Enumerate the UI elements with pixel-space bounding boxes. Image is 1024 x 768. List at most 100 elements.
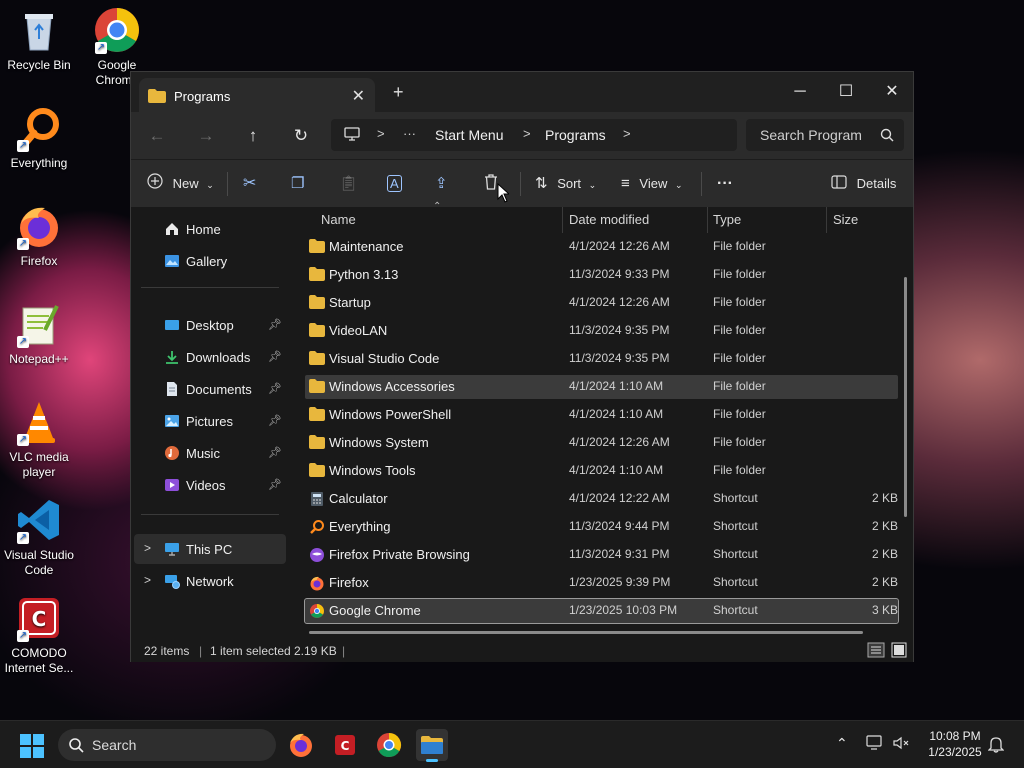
column-header-size[interactable]: Size xyxy=(833,207,858,233)
title-bar[interactable]: Programs ✕ + ─ ☐ ✕ xyxy=(131,72,913,112)
forward-button[interactable]: → xyxy=(194,124,218,148)
file-row[interactable]: VideoLAN 11/3/2024 9:35 PM File folder xyxy=(305,319,898,343)
vertical-scrollbar[interactable] xyxy=(904,277,907,517)
pin-icon[interactable]: 📌︎ xyxy=(268,350,282,363)
breadcrumb-start-menu[interactable]: Start Menu xyxy=(435,127,503,143)
pin-icon[interactable]: 📌︎ xyxy=(268,478,282,491)
chevron-right-icon[interactable]: > xyxy=(523,126,531,141)
nav-item-pictures[interactable]: Pictures 📌︎ xyxy=(134,406,286,436)
system-clock[interactable]: 10:08 PM 1/23/2025 xyxy=(918,728,992,760)
column-header-date[interactable]: Date modified xyxy=(569,207,649,233)
column-divider[interactable] xyxy=(707,207,708,233)
pin-icon[interactable]: 📌︎ xyxy=(268,382,282,395)
new-button[interactable]: New ⌄ xyxy=(147,173,214,195)
desktop-icon-everything[interactable]: ↗ Everything xyxy=(0,104,78,171)
nav-item-gallery[interactable]: Gallery xyxy=(134,246,286,276)
minimize-button[interactable]: ─ xyxy=(777,78,823,106)
file-row[interactable]: Windows PowerShell 4/1/2024 1:10 AM File f… xyxy=(305,403,898,427)
nav-item-music[interactable]: Music 📌︎ xyxy=(134,438,286,468)
notification-bell-icon[interactable] xyxy=(987,735,1005,756)
file-date-modified: 1/23/2025 10:03 PM xyxy=(569,603,678,617)
breadcrumb-programs[interactable]: Programs xyxy=(545,127,606,143)
file-row[interactable]: Windows System 4/1/2024 12:26 AM File fold… xyxy=(305,431,898,455)
search-input[interactable]: Search Program xyxy=(746,119,904,151)
paste-button[interactable]: 📋︎ xyxy=(339,173,358,195)
file-row[interactable]: Firefox 1/23/2025 9:39 PM Shortcut 2 KB xyxy=(305,571,898,595)
details-view-toggle[interactable] xyxy=(867,642,885,661)
rename-icon: A xyxy=(387,175,402,192)
taskbar-chrome[interactable] xyxy=(373,729,405,761)
cut-button[interactable]: ✂ xyxy=(243,173,256,195)
more-options-button[interactable]: ··· xyxy=(717,173,733,195)
nav-item-home[interactable]: Home xyxy=(134,214,286,244)
pin-icon[interactable]: 📌︎ xyxy=(268,414,282,427)
maximize-button[interactable]: ☐ xyxy=(823,78,869,106)
monitor-icon[interactable] xyxy=(344,127,360,144)
network-status-icon[interactable] xyxy=(866,735,884,754)
chevron-up-icon[interactable]: ⌃ xyxy=(836,735,848,752)
desktop-icon-vscode[interactable]: ↗ Visual Studio Code xyxy=(0,496,78,578)
desktop-icon-recycle-bin[interactable]: Recycle Bin xyxy=(0,6,78,73)
copy-button[interactable]: ❐ xyxy=(291,173,304,195)
file-row[interactable]: Maintenance 4/1/2024 12:26 AM File folder xyxy=(305,235,898,259)
desktop-icon-notepadpp[interactable]: ↗ Notepad++ xyxy=(0,300,78,367)
taskbar-comodo[interactable]: C xyxy=(329,729,361,761)
file-row[interactable]: Calculator 4/1/2024 12:22 AM Shortcut 2 KB xyxy=(305,487,898,511)
horizontal-scrollbar[interactable] xyxy=(309,631,863,634)
address-bar[interactable]: > ··· Start Menu > Programs > xyxy=(331,119,737,151)
chevron-right-icon[interactable]: > xyxy=(144,573,151,587)
desktop-icon-vlc[interactable]: ↗ VLC media player xyxy=(0,398,78,480)
nav-item-this-pc[interactable]: > This PC xyxy=(134,534,286,564)
nav-item-videos[interactable]: Videos 📌︎ xyxy=(134,470,286,500)
close-window-button[interactable]: ✕ xyxy=(869,78,915,106)
tab-programs[interactable]: Programs ✕ xyxy=(139,78,375,112)
taskbar-file-explorer[interactable] xyxy=(416,729,448,762)
nav-item-documents[interactable]: Documents 📌︎ xyxy=(134,374,286,404)
column-header-type[interactable]: Type xyxy=(713,207,741,233)
desktop-icon-firefox[interactable]: ↗ Firefox xyxy=(0,202,78,269)
tiles-view-toggle[interactable] xyxy=(891,642,907,661)
chevron-right-icon[interactable]: > xyxy=(377,126,385,141)
pin-icon[interactable]: 📌︎ xyxy=(268,318,282,331)
file-row[interactable]: Startup 4/1/2024 12:26 AM File folder xyxy=(305,291,898,315)
details-label: Details xyxy=(856,176,897,191)
chevron-right-icon[interactable]: > xyxy=(144,541,151,555)
file-row[interactable]: Google Chrome 1/23/2025 10:03 PM Shortcut 3… xyxy=(304,598,899,624)
more-locations-icon[interactable]: ··· xyxy=(403,126,416,141)
chevron-right-icon[interactable]: > xyxy=(623,126,631,141)
file-date-modified: 11/3/2024 9:33 PM xyxy=(569,267,670,281)
share-button[interactable]: ⇪ xyxy=(435,173,448,195)
pin-icon[interactable]: 📌︎ xyxy=(268,446,282,459)
comodo-icon: C xyxy=(329,735,361,764)
rename-button[interactable]: A xyxy=(387,173,402,195)
refresh-button[interactable]: ↻ xyxy=(289,124,313,148)
back-button[interactable]: ← xyxy=(145,124,169,148)
new-tab-button[interactable]: + xyxy=(393,82,404,103)
desktop-icon-comodo[interactable]: C ↗ COMODO Internet Se... xyxy=(0,594,78,676)
taskbar-search[interactable]: Search xyxy=(58,729,276,761)
file-row[interactable]: Windows Tools 4/1/2024 1:10 AM File folder xyxy=(305,459,898,483)
column-divider[interactable] xyxy=(562,207,563,233)
file-row[interactable]: Everything 11/3/2024 9:44 PM Shortcut 2 KB xyxy=(305,515,898,539)
column-header-name[interactable]: Name xyxy=(321,207,356,233)
file-row[interactable]: Firefox Private Browsing 11/3/2024 9:31 P… xyxy=(305,543,898,567)
file-row[interactable]: Visual Studio Code 11/3/2024 9:35 PM File … xyxy=(305,347,898,371)
taskbar-firefox[interactable] xyxy=(285,729,317,761)
nav-item-desktop[interactable]: Desktop 📌︎ xyxy=(134,310,286,340)
details-pane-button[interactable]: Details xyxy=(831,173,896,195)
sort-button[interactable]: ⇅ Sort ⌄ xyxy=(535,173,596,195)
file-size: 2 KB xyxy=(871,491,898,505)
column-divider[interactable] xyxy=(826,207,827,233)
svg-text:C: C xyxy=(341,739,350,753)
volume-muted-icon[interactable] xyxy=(892,735,910,754)
start-button[interactable] xyxy=(20,734,44,758)
nav-item-downloads[interactable]: Downloads 📌︎ xyxy=(134,342,286,372)
shortcut-arrow-icon: ↗ xyxy=(17,238,29,250)
up-button[interactable]: ↑ xyxy=(241,124,265,148)
nav-item-network[interactable]: > Network xyxy=(134,566,286,596)
file-row[interactable]: Python 3.13 11/3/2024 9:33 PM File folder xyxy=(305,263,898,287)
file-row[interactable]: Windows Accessories 4/1/2024 1:10 AM File … xyxy=(305,375,898,399)
close-tab-icon[interactable]: ✕ xyxy=(352,86,365,106)
view-button[interactable]: ≡ View ⌄ xyxy=(621,173,683,195)
gallery-icon xyxy=(164,253,180,269)
